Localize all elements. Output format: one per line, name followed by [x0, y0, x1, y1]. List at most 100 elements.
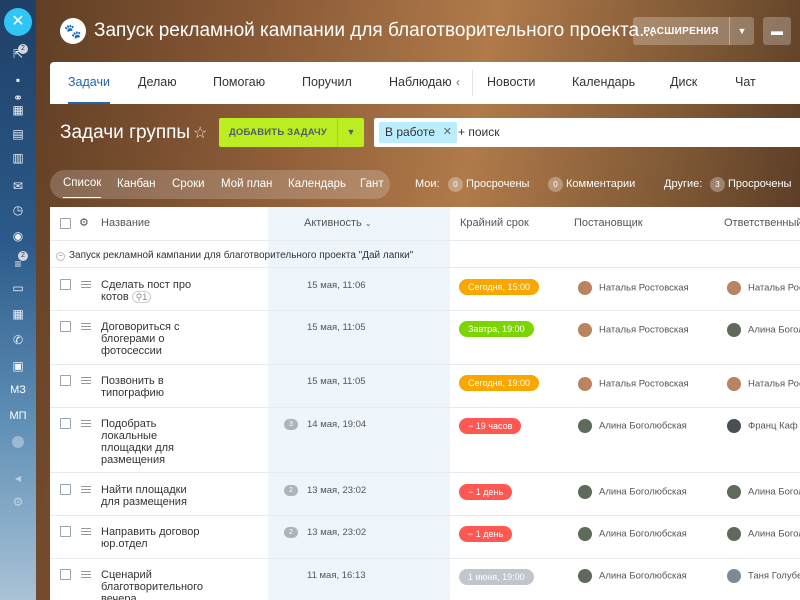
drag-handle-icon[interactable]	[81, 323, 91, 330]
drag-handle-icon[interactable]	[81, 377, 91, 384]
extensions-button[interactable]: РАСШИРЕНИЯ ▼	[633, 17, 754, 45]
deadline-badge[interactable]: − 1 день	[459, 484, 513, 500]
phone-icon[interactable]: ✆	[8, 332, 28, 348]
view-list[interactable]: Список	[63, 170, 102, 198]
column-deadline[interactable]: Крайний срок	[460, 207, 529, 240]
column-name[interactable]: Название	[101, 207, 150, 240]
responsible[interactable]: Алина Богол	[727, 323, 800, 337]
column-responsible[interactable]: Ответственный	[724, 207, 800, 240]
collapse-icon[interactable]: −	[56, 252, 65, 261]
responsible[interactable]: Наталья Ростовская	[727, 281, 800, 295]
view-deadlines[interactable]: Сроки	[172, 170, 205, 199]
sidebar-label[interactable]: МЗ	[4, 384, 32, 396]
task-title[interactable]: Сделать пост про котов ⚲1	[101, 279, 201, 303]
users-icon[interactable]: ◉	[8, 228, 28, 244]
sidebar-label[interactable]: МП	[4, 410, 32, 422]
tab-assigned[interactable]: Поручил	[302, 62, 352, 104]
deadline-badge[interactable]: 1 июня, 19:00	[459, 569, 534, 585]
close-icon[interactable]: ✕	[4, 8, 32, 36]
tasks-icon[interactable]: ▤	[8, 126, 28, 142]
calendar-icon[interactable]: ▥	[8, 150, 28, 166]
task-title[interactable]: Направить договор юр.отдел	[101, 526, 201, 550]
close-icon[interactable]: ✕	[443, 122, 452, 143]
row-checkbox[interactable]	[60, 321, 71, 332]
view-gantt[interactable]: Гант	[360, 170, 384, 199]
task-title[interactable]: Позвонить в типографию	[101, 375, 201, 399]
column-activity[interactable]: Активность ⌄	[304, 207, 372, 240]
feed-icon[interactable]: ▦	[8, 102, 28, 118]
row-checkbox[interactable]	[60, 375, 71, 386]
counter-comments[interactable]: 0 Комментарии	[548, 170, 635, 199]
star-icon[interactable]: ☆	[193, 123, 207, 143]
placeholder-icon[interactable]	[12, 436, 24, 448]
drag-handle-icon[interactable]	[81, 486, 91, 493]
comment-count-badge[interactable]: 3	[284, 419, 298, 430]
responsible[interactable]: Алина Богол	[727, 485, 800, 499]
tab-tasks[interactable]: Задачи	[68, 62, 110, 104]
comment-count-badge[interactable]: 2	[284, 527, 298, 538]
tab-doing[interactable]: Делаю	[138, 62, 177, 104]
apps-icon[interactable]: ▦	[8, 306, 28, 322]
tab-chat[interactable]: Чат	[735, 62, 756, 104]
creator[interactable]: Наталья Ростовская	[578, 323, 689, 337]
row-checkbox[interactable]	[60, 279, 71, 290]
chevron-down-icon[interactable]: ▼	[337, 118, 364, 147]
deadline-badge[interactable]: Сегодня, 19:00	[459, 375, 540, 391]
mail-icon[interactable]: ✉	[8, 178, 28, 194]
tab-watching[interactable]: Наблюдаю	[389, 62, 452, 104]
contacts-icon[interactable]: ▣	[8, 358, 28, 374]
settings-icon[interactable]: ⚙	[8, 494, 28, 510]
task-title[interactable]: Подобрать локальные площадки для размеще…	[101, 418, 201, 466]
select-all-checkbox[interactable]	[60, 218, 71, 229]
chat-icon[interactable]: ▪	[8, 72, 28, 88]
filter-chip[interactable]: В работе ✕	[379, 122, 457, 143]
deadline-badge[interactable]: − 1 день	[459, 526, 513, 542]
creator[interactable]: Алина Боголюбская	[578, 527, 687, 541]
task-title[interactable]: Найти площадки для размещения	[101, 484, 201, 508]
add-task-button[interactable]: ДОБАВИТЬ ЗАДАЧУ ▼	[219, 118, 364, 147]
chevron-left-icon[interactable]: ‹	[456, 62, 460, 102]
tab-helping[interactable]: Помогаю	[213, 62, 265, 104]
chevron-down-icon[interactable]: ▼	[729, 17, 754, 45]
deadline-badge[interactable]: Завтра, 19:00	[459, 321, 534, 337]
group-header[interactable]: − Запуск рекламной кампании для благотвор…	[56, 250, 413, 261]
tab-calendar[interactable]: Календарь	[572, 62, 635, 104]
counter-my-overdue[interactable]: 0 Просрочены	[448, 170, 529, 199]
creator[interactable]: Наталья Ростовская	[578, 281, 689, 295]
view-calendar[interactable]: Календарь	[288, 170, 346, 199]
drag-handle-icon[interactable]	[81, 571, 91, 578]
deadline-badge[interactable]: − 19 часов	[459, 418, 522, 434]
view-my-plan[interactable]: Мой план	[221, 170, 272, 199]
row-checkbox[interactable]	[60, 418, 71, 429]
creator[interactable]: Алина Боголюбская	[578, 569, 687, 583]
responsible[interactable]: Таня Голубе	[727, 569, 800, 583]
row-checkbox[interactable]	[60, 526, 71, 537]
arrow-icon[interactable]: ◂	[8, 470, 28, 486]
counter-others-overdue[interactable]: 3 Просрочены	[710, 170, 791, 199]
column-creator[interactable]: Постановщик	[574, 207, 643, 240]
row-checkbox[interactable]	[60, 569, 71, 580]
drag-handle-icon[interactable]	[81, 420, 91, 427]
creator[interactable]: Алина Боголюбская	[578, 419, 687, 433]
clock-icon[interactable]: ◷	[8, 202, 28, 218]
row-checkbox[interactable]	[60, 484, 71, 495]
drag-handle-icon[interactable]	[81, 528, 91, 535]
search-placeholder[interactable]: + поиск	[458, 118, 499, 147]
gear-icon[interactable]: ⚙	[79, 207, 89, 240]
responsible[interactable]: Франц Каф	[727, 419, 798, 433]
tab-disk[interactable]: Диск	[670, 62, 697, 104]
drag-handle-icon[interactable]	[81, 281, 91, 288]
window-icon[interactable]: ▭	[8, 280, 28, 296]
responsible[interactable]: Наталья Рос	[727, 377, 800, 391]
view-kanban[interactable]: Канбан	[117, 170, 156, 199]
task-title[interactable]: Договориться с блогерами о фотосессии	[101, 321, 201, 357]
responsible[interactable]: Алина Богол	[727, 527, 800, 541]
tab-news[interactable]: Новости	[487, 62, 535, 104]
deadline-badge[interactable]: Сегодня, 15:00	[459, 279, 540, 295]
comment-count-badge[interactable]: 2	[284, 485, 298, 496]
creator[interactable]: Наталья Ростовская	[578, 377, 689, 391]
search-input[interactable]: В работе ✕ + поиск	[374, 118, 800, 147]
task-title[interactable]: Сценарий благотворительного вечера	[101, 569, 203, 600]
creator[interactable]: Алина Боголюбская	[578, 485, 687, 499]
chat-bubble-icon[interactable]: ▬	[763, 17, 791, 45]
